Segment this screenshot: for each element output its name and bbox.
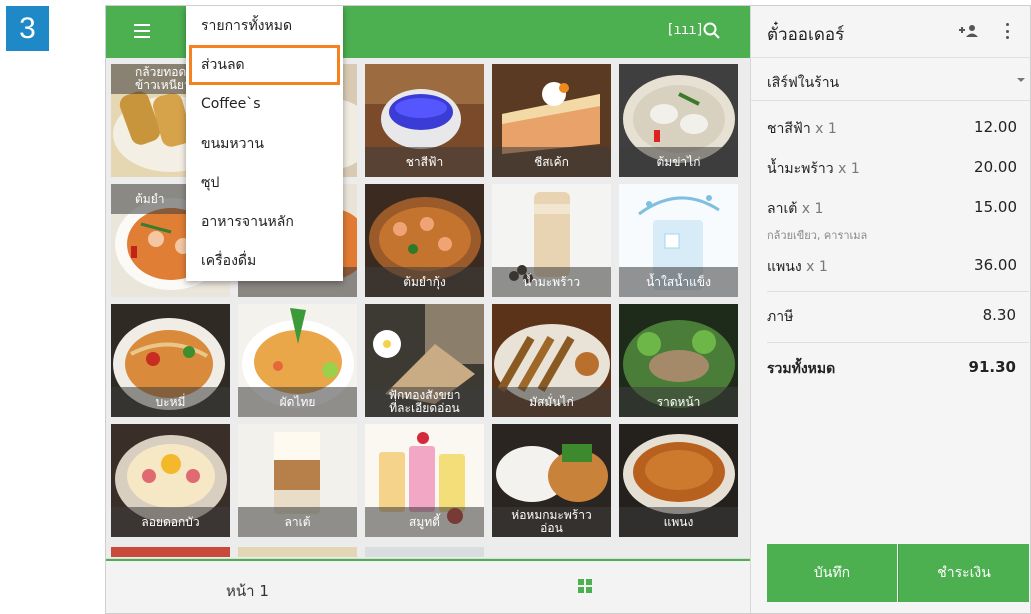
category-all[interactable]: รายการทั้งหมด <box>186 6 343 45</box>
category-discounts[interactable]: ส่วนลด <box>189 45 340 85</box>
category-coffee[interactable]: Coffee`s <box>186 85 343 124</box>
category-desserts[interactable]: ขนมหวาน <box>186 124 343 163</box>
item-tile[interactable]: ห่อหมกมะพร้าว อ่อน <box>492 424 611 537</box>
item-label: ราดหน้า <box>619 387 738 417</box>
category-dropdown: รายการทั้งหมด ส่วนลด Coffee`s ขนมหวาน ซุ… <box>186 6 343 281</box>
item-tile[interactable]: ฟักทองสังขยา ที่ละเอียดอ่อน <box>365 304 484 417</box>
tax-label: ภาษี <box>767 309 794 325</box>
charge-button[interactable]: ชำระเงิน <box>898 544 1029 602</box>
divider <box>767 291 1029 292</box>
item-tile[interactable]: สมูทตี้ <box>365 424 484 537</box>
bottom-bar: หน้า 1 <box>106 558 750 613</box>
ticket-line[interactable]: ลาเต้ x 1 15.00 กล้วยเขียว, คาราเมล <box>767 198 1017 244</box>
item-label: ห่อหมกมะพร้าว อ่อน <box>492 507 611 537</box>
line-price: 12.00 <box>974 118 1017 136</box>
line-name: ลาเต้ <box>767 201 798 217</box>
save-button[interactable]: บันทึก <box>767 544 897 602</box>
ticket-line[interactable]: แพนง x 1 36.00 <box>767 256 1017 278</box>
step-badge: 3 <box>6 6 49 51</box>
category-main-dishes[interactable]: อาหารจานหลัก <box>186 202 343 241</box>
item-label: แพนง <box>619 507 738 537</box>
line-qty: x 1 <box>815 121 837 137</box>
partial-row <box>111 547 484 557</box>
page-selector[interactable]: หน้า 1 <box>226 579 269 603</box>
more-options-icon[interactable] <box>1006 23 1010 39</box>
item-label: สมูทตี้ <box>365 507 484 537</box>
tax-value: 8.30 <box>982 306 1016 324</box>
item-tile[interactable]: ต้มยำกุ้ง <box>365 184 484 297</box>
line-qty: x 1 <box>806 259 828 275</box>
item-label: น้ำใสน้ำแข็ง <box>619 267 738 297</box>
item-tile[interactable]: ชีสเค้ก <box>492 64 611 177</box>
item-tile[interactable]: ต้มข่าไก่ <box>619 64 738 177</box>
line-qty: x 1 <box>838 161 860 177</box>
total-value: 91.30 <box>968 358 1016 376</box>
items-area: [ııı] กล้วยทอด ข้าวเหนียว ชาสีฟ้า ชีสเค้… <box>106 6 750 613</box>
divider <box>767 342 1029 343</box>
line-modifiers: กล้วยเขียว, คาราเมล <box>767 229 868 242</box>
item-tile[interactable]: น้ำมะพร้าว <box>492 184 611 297</box>
line-name: ชาสีฟ้า <box>767 121 811 137</box>
item-label: ลอยดอกบัว <box>111 507 230 537</box>
item-tile[interactable]: น้ำใสน้ำแข็ง <box>619 184 738 297</box>
item-label: ลาเต้ <box>238 507 357 537</box>
category-drinks[interactable]: เครื่องดื่ม <box>186 242 343 281</box>
total-label: รวมทั้งหมด <box>767 361 836 377</box>
item-label: ต้มยำกุ้ง <box>365 267 484 297</box>
item-label: น้ำมะพร้าว <box>492 267 611 297</box>
grid-view-icon[interactable] <box>578 579 592 593</box>
item-label: มัสมั่นไก่ <box>492 387 611 417</box>
ticket-line[interactable]: น้ำมะพร้าว x 1 20.00 <box>767 158 1017 180</box>
item-label: บะหมี่ <box>111 387 230 417</box>
line-name: น้ำมะพร้าว <box>767 161 834 177</box>
category-soup[interactable]: ซุป <box>186 163 343 202</box>
dining-option[interactable]: เสิร์ฟในร้าน <box>767 72 839 94</box>
dropdown-caret-icon[interactable] <box>1017 78 1025 82</box>
item-label: ฟักทองสังขยา ที่ละเอียดอ่อน <box>365 387 484 417</box>
item-tile[interactable]: ผัดไทย <box>238 304 357 417</box>
item-label: ต้มข่าไก่ <box>619 147 738 177</box>
ticket-panel: ตั๋วออเดอร์ เสิร์ฟในร้าน ชาสีฟ้า x 1 12.… <box>750 6 1030 613</box>
bar-accent <box>106 559 750 561</box>
barcode-scan-icon[interactable]: [ııı] <box>666 22 704 38</box>
ticket-title: ตั๋วออเดอร์ <box>767 25 845 45</box>
item-label: ผัดไทย <box>238 387 357 417</box>
menu-icon[interactable] <box>134 24 150 38</box>
divider <box>751 100 1030 101</box>
line-price: 20.00 <box>974 158 1017 176</box>
line-price: 15.00 <box>974 198 1017 216</box>
add-customer-icon[interactable] <box>959 24 979 38</box>
item-tile[interactable]: ลอยดอกบัว <box>111 424 230 537</box>
item-tile[interactable]: ลาเต้ <box>238 424 357 537</box>
item-tile[interactable]: แพนง <box>619 424 738 537</box>
line-price: 36.00 <box>974 256 1017 274</box>
item-label: ชีสเค้ก <box>492 147 611 177</box>
item-tile[interactable]: ราดหน้า <box>619 304 738 417</box>
pos-screen: [ııı] กล้วยทอด ข้าวเหนียว ชาสีฟ้า ชีสเค้… <box>105 5 1031 614</box>
line-name: แพนง <box>767 259 802 275</box>
item-label: ชาสีฟ้า <box>365 147 484 177</box>
item-tile[interactable]: ชาสีฟ้า <box>365 64 484 177</box>
item-tile[interactable]: บะหมี่ <box>111 304 230 417</box>
item-tile[interactable]: มัสมั่นไก่ <box>492 304 611 417</box>
line-qty: x 1 <box>801 201 824 217</box>
ticket-header: ตั๋วออเดอร์ <box>751 6 1030 58</box>
ticket-line[interactable]: ชาสีฟ้า x 1 12.00 <box>767 118 1017 140</box>
search-icon[interactable] <box>701 20 723 42</box>
